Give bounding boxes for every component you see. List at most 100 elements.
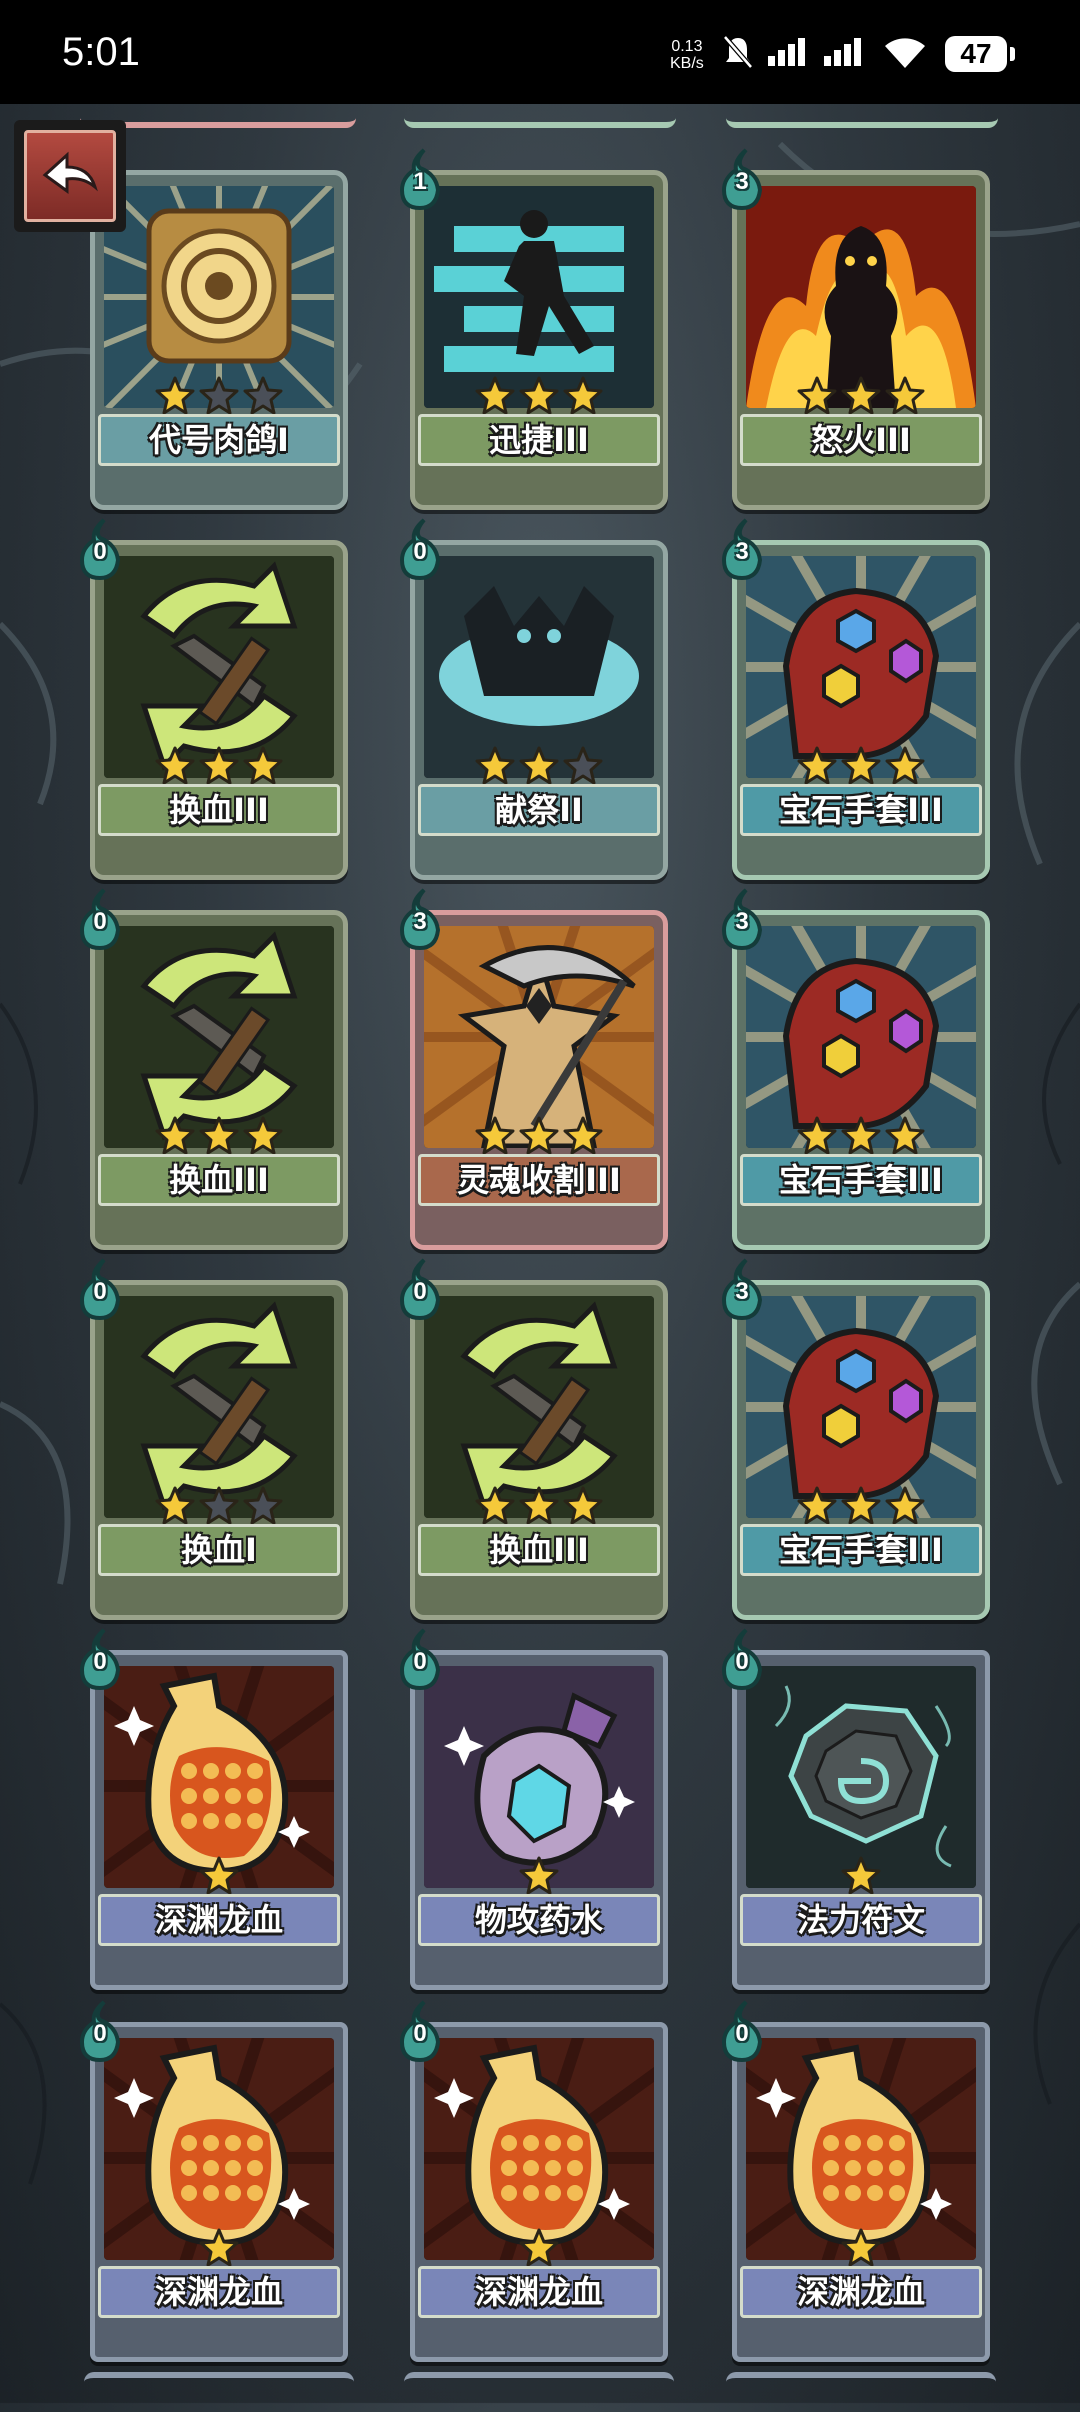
blood-swap-icon	[104, 926, 334, 1148]
star-filled-icon	[155, 1486, 195, 1525]
blood-swap-icon	[104, 1296, 334, 1518]
star-filled-icon	[885, 1486, 925, 1525]
back-button[interactable]	[14, 120, 126, 232]
star-filled-icon	[199, 746, 239, 785]
card[interactable]: 深渊龙血 0	[399, 2000, 674, 2370]
star-empty-icon	[243, 1486, 283, 1525]
card[interactable]: 法力符文 0	[721, 1628, 996, 1998]
star-filled-icon	[243, 746, 283, 785]
card-cost-value: 0	[93, 908, 107, 935]
card[interactable]: 宝石手套III 3	[721, 518, 996, 888]
gauntlet-icon	[746, 1296, 976, 1518]
card[interactable]: 换血III 0	[399, 1258, 674, 1628]
rune-stone-icon	[746, 1666, 976, 1888]
card-name: 法力符文	[740, 1894, 982, 1946]
card-star-rating	[104, 1116, 334, 1156]
signal-icon-2	[824, 38, 861, 66]
card-cost-value: 1	[413, 168, 427, 195]
card-cost-badge: 3	[718, 518, 766, 581]
card-star-rating	[104, 1856, 334, 1896]
blood-swap-icon	[424, 1296, 654, 1518]
card-name: 宝石手套III	[740, 1154, 982, 1206]
card-cost-badge: 0	[76, 2000, 124, 2063]
card[interactable]: 换血III 0	[79, 888, 354, 1258]
card-cost-value: 0	[413, 538, 427, 565]
card-name: 宝石手套III	[740, 1524, 982, 1576]
star-filled-icon	[519, 376, 559, 415]
star-filled-icon	[199, 2228, 239, 2267]
star-filled-icon	[475, 376, 515, 415]
card-name: 宝石手套III	[740, 784, 982, 836]
flame-silhouette-icon	[746, 186, 976, 408]
card-cost-value: 3	[735, 168, 749, 195]
card-name: 迅捷III	[418, 414, 660, 466]
target-icon	[104, 186, 334, 408]
card-name: 换血III	[98, 784, 340, 836]
star-empty-icon	[243, 376, 283, 415]
star-empty-icon	[563, 746, 603, 785]
card-star-rating	[424, 746, 654, 786]
card[interactable]: 深渊龙血 0	[79, 2000, 354, 2370]
gauntlet-icon	[746, 926, 976, 1148]
dragon-blood-flask-icon	[104, 2038, 334, 2260]
card-star-rating	[424, 2228, 654, 2268]
star-filled-icon	[841, 1116, 881, 1155]
star-filled-icon	[155, 376, 195, 415]
card-star-rating	[746, 1856, 976, 1896]
card-cost-badge: 3	[396, 888, 444, 951]
card[interactable]: 灵魂收割III 3	[399, 888, 674, 1258]
star-filled-icon	[519, 1116, 559, 1155]
wifi-icon	[885, 38, 925, 68]
crystal-potion-icon	[424, 1666, 654, 1888]
star-filled-icon	[155, 1116, 195, 1155]
star-filled-icon	[797, 1486, 837, 1525]
card[interactable]: 献祭II 0	[399, 518, 674, 888]
star-filled-icon	[475, 746, 515, 785]
star-empty-icon	[199, 376, 239, 415]
dragon-blood-flask-icon	[746, 2038, 976, 2260]
network-speed: 0.13 KB/s	[670, 38, 704, 72]
card[interactable]: 换血I 0	[79, 1258, 354, 1628]
star-filled-icon	[475, 1486, 515, 1525]
card-cost-value: 0	[735, 2020, 749, 2047]
card[interactable]: 深渊龙血 0	[79, 1628, 354, 1998]
card-cost-badge: 3	[718, 148, 766, 211]
back-button-face	[24, 130, 116, 222]
card[interactable]: 换血III 0	[79, 518, 354, 888]
card-star-rating	[746, 746, 976, 786]
dragon-blood-flask-icon	[104, 1666, 334, 1888]
card[interactable]: 宝石手套III 3	[721, 1258, 996, 1628]
card[interactable]: 物攻药水 0	[399, 1628, 674, 1998]
star-filled-icon	[563, 1486, 603, 1525]
card-cost-badge: 0	[718, 2000, 766, 2063]
back-arrow-icon	[42, 151, 98, 194]
card[interactable]: 深渊龙血 0	[721, 2000, 996, 2370]
card-name: 深渊龙血	[740, 2266, 982, 2318]
sacrifice-icon	[424, 556, 654, 778]
card-star-rating	[424, 1116, 654, 1156]
card-name: 深渊龙血	[98, 2266, 340, 2318]
star-filled-icon	[841, 1486, 881, 1525]
card-cost-badge: 0	[76, 1628, 124, 1691]
card-cost-value: 0	[93, 1278, 107, 1305]
card-cost-badge: 0	[396, 518, 444, 581]
star-filled-icon	[519, 746, 559, 785]
card[interactable]: 迅捷III 1	[399, 148, 674, 518]
card[interactable]: 宝石手套III 3	[721, 888, 996, 1258]
star-filled-icon	[475, 1116, 515, 1155]
card-star-rating	[104, 746, 334, 786]
running-man-icon	[424, 186, 654, 408]
card-cost-badge: 0	[76, 518, 124, 581]
card-cost-value: 3	[735, 538, 749, 565]
card-name: 代号肉鸽I	[98, 414, 340, 466]
card-cost-badge: 0	[76, 888, 124, 951]
card-name: 灵魂收割III	[418, 1154, 660, 1206]
star-filled-icon	[885, 1116, 925, 1155]
card[interactable]: 怒火III 3	[721, 148, 996, 518]
star-filled-icon	[519, 1856, 559, 1895]
network-speed-value: 0.13	[671, 38, 703, 55]
gauntlet-icon	[746, 556, 976, 778]
card-star-rating	[424, 376, 654, 416]
star-empty-icon	[199, 1486, 239, 1525]
card-name: 献祭II	[418, 784, 660, 836]
